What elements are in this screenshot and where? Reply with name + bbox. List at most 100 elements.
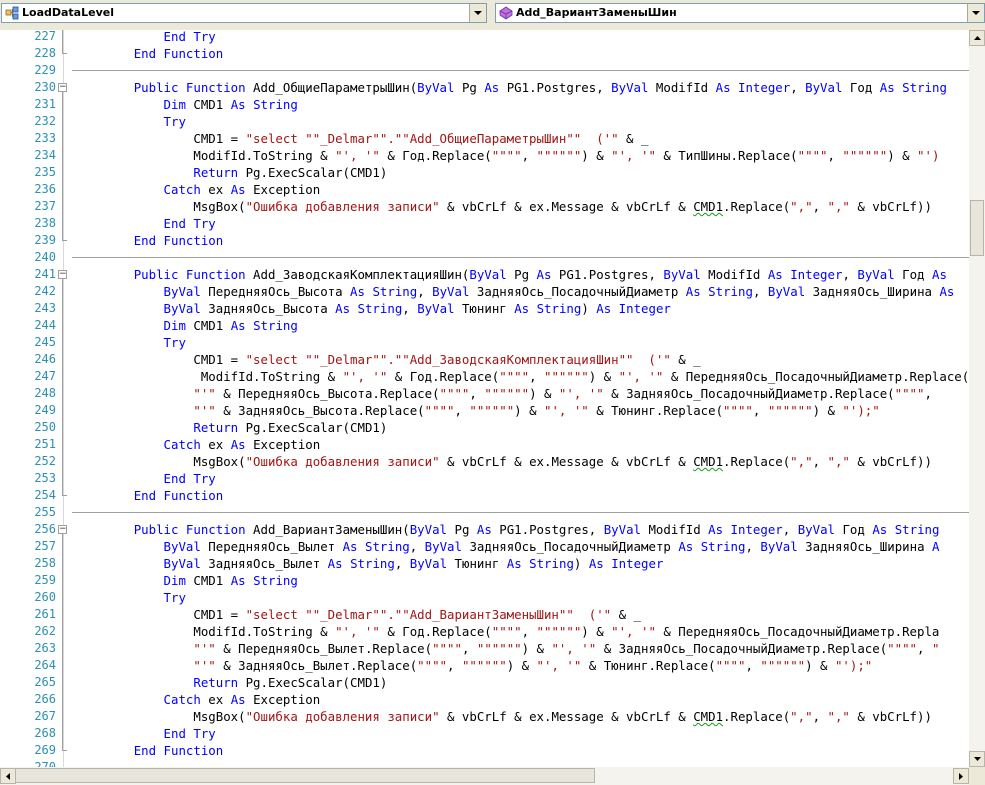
code-line[interactable]: 252 MsgBox("Ошибка добавления записи" & … <box>0 453 969 470</box>
code-line[interactable]: 261 CMD1 = "select ""_Delmar"".""Add_Вар… <box>0 606 969 623</box>
code-line[interactable]: 258 ByVal ЗадняяОсь_Вылет As String, ByV… <box>0 555 969 572</box>
code-token: & vbCrLf & ex.Message & vbCrLf & <box>439 709 694 724</box>
line-number: 234 <box>34 148 56 162</box>
code-line[interactable]: 235 Return Pg.ExecScalar(CMD1) <box>0 164 969 181</box>
code-token: ) <box>573 556 589 571</box>
keyword-token: ByVal <box>163 556 201 571</box>
scroll-down-button[interactable] <box>969 751 985 767</box>
collapse-toggle-icon[interactable]: − <box>58 525 67 534</box>
code-token: ЗадняяОсь_Ширина <box>797 539 932 554</box>
keyword-token: Catch <box>163 437 201 452</box>
code-token: , <box>469 386 485 401</box>
keyword-token: Integer <box>618 301 671 316</box>
code-text: MsgBox("Ошибка добавления записи" & vbCr… <box>74 708 932 725</box>
code-line[interactable]: 230 Public Function Add_ОбщиеПараметрыШи… <box>0 79 969 96</box>
code-line[interactable]: 270 <box>0 759 969 767</box>
keyword-token: As <box>230 573 246 588</box>
keyword-token: Public Function <box>133 80 246 95</box>
scroll-left-button[interactable] <box>0 768 16 784</box>
code-line[interactable]: 238 End Try <box>0 215 969 232</box>
code-line[interactable]: 262 ModifId.ToString & "', '" & Год.Repl… <box>0 623 969 640</box>
scroll-right-button[interactable] <box>953 768 969 784</box>
code-line[interactable]: 253 End Try <box>0 470 969 487</box>
code-token: PG1.Postgres, <box>551 267 664 282</box>
string-token: """""" <box>484 386 530 401</box>
code-line[interactable]: 264 "'" & ЗадняяОсь_Вылет.Replace("""", … <box>0 657 969 674</box>
line-number: 259 <box>34 573 56 587</box>
code-line[interactable]: 244 Dim CMD1 As String <box>0 317 969 334</box>
chevron-down-icon[interactable] <box>967 4 984 22</box>
keyword-token: String <box>529 556 574 571</box>
code-line[interactable]: 247 ModifId.ToString & "', '" & Год.Repl… <box>0 368 969 385</box>
code-line[interactable]: 245 Try <box>0 334 969 351</box>
code-line[interactable]: 246 CMD1 = "select ""_Delmar"".""Add_Зав… <box>0 351 969 368</box>
code-token: Add_ЗаводскаяКомплектацияШин( <box>245 267 470 282</box>
code-line[interactable]: 259 Dim CMD1 As String <box>0 572 969 589</box>
code-line[interactable]: 234 ModifId.ToString & "', '" & Год.Repl… <box>0 147 969 164</box>
code-text: End Function <box>74 487 224 504</box>
code-token: Pg <box>447 522 477 537</box>
code-line[interactable]: 269 End Function <box>0 742 969 759</box>
code-token: & vbCrLf & ex.Message & vbCrLf & <box>439 199 694 214</box>
code-line[interactable]: 263 "'" & ПередняяОсь_Вылет.Replace(""""… <box>0 640 969 657</box>
outline-guide <box>62 279 63 495</box>
collapse-toggle-icon[interactable]: − <box>58 83 67 92</box>
code-line[interactable]: 265 Return Pg.ExecScalar(CMD1) <box>0 674 969 691</box>
code-line[interactable]: 242 ByVal ПередняяОсь_Высота As String, … <box>0 283 969 300</box>
vertical-scroll-thumb[interactable] <box>970 200 984 256</box>
code-line[interactable]: 256 Public Function Add_ВариантЗаменыШин… <box>0 521 969 538</box>
string-token: "', '" <box>335 624 380 639</box>
code-line[interactable]: 236 Catch ex As Exception <box>0 181 969 198</box>
keyword-token: String <box>372 284 418 299</box>
horizontal-scrollbar[interactable] <box>0 767 969 785</box>
code-line[interactable]: 267 MsgBox("Ошибка добавления записи" & … <box>0 708 969 725</box>
code-line[interactable]: 228 End Function <box>0 45 969 62</box>
collapse-toggle-icon[interactable]: − <box>58 270 67 279</box>
code-line[interactable]: 251 Catch ex As Exception <box>0 436 969 453</box>
code-line[interactable]: 232 Try <box>0 113 969 130</box>
keyword-token: Return <box>193 675 239 690</box>
code-line[interactable]: 266 Catch ex As Exception <box>0 691 969 708</box>
code-token: Год <box>842 80 880 95</box>
code-token: Add_ОбщиеПараметрыШин( <box>245 80 418 95</box>
method-dropdown[interactable]: Add_ВариантЗаменыШин <box>495 3 985 23</box>
code-line[interactable]: 254 End Function <box>0 487 969 504</box>
class-dropdown[interactable]: LoadDataLevel <box>1 3 487 23</box>
code-line[interactable]: 248 "'" & ПередняяОсь_Высота.Replace("""… <box>0 385 969 402</box>
string-token: "', '" <box>342 369 388 384</box>
code-editor[interactable]: 227 End Try 228 End Function 229 230 Public… <box>0 30 969 767</box>
code-text: ByVal ПередняяОсь_Высота As String, ByVa… <box>74 283 955 300</box>
code-token: & Год.Replace( <box>379 624 492 639</box>
code-token: & ТипШины.Replace( <box>655 148 798 163</box>
code-line[interactable]: 227 End Try <box>0 30 969 45</box>
string-token: """" <box>424 403 455 418</box>
code-line[interactable]: 268 End Try <box>0 725 969 742</box>
vertical-scrollbar[interactable] <box>969 30 985 767</box>
scrollbar-corner <box>969 767 985 785</box>
code-line[interactable]: 257 ByVal ПередняяОсь_Вылет As String, B… <box>0 538 969 555</box>
code-line[interactable]: 239 End Function <box>0 232 969 249</box>
code-line[interactable]: 243 ByVal ЗадняяОсь_Высота As String, By… <box>0 300 969 317</box>
chevron-down-icon[interactable] <box>469 4 486 22</box>
string-token: "," <box>827 709 850 724</box>
line-number: 238 <box>34 216 56 230</box>
code-line[interactable]: 250 Return Pg.ExecScalar(CMD1) <box>0 419 969 436</box>
code-text: Public Function Add_ВариантЗаменыШин(ByV… <box>74 521 940 538</box>
scroll-up-button[interactable] <box>969 30 985 46</box>
code-line[interactable]: 260 Try <box>0 589 969 606</box>
code-line[interactable]: 233 CMD1 = "select ""_Delmar"".""Add_Общ… <box>0 130 969 147</box>
code-line[interactable]: 237 MsgBox("Ошибка добавления записи" & … <box>0 198 969 215</box>
code-line[interactable]: 231 Dim CMD1 As String <box>0 96 969 113</box>
code-text: Catch ex As Exception <box>74 181 321 198</box>
string-token: "', '" <box>335 148 380 163</box>
code-line[interactable]: 241 Public Function Add_ЗаводскаяКомплек… <box>0 266 969 283</box>
horizontal-scroll-thumb[interactable] <box>15 768 595 783</box>
code-line[interactable]: 249 "'" & ЗадняяОсь_Высота.Replace("""",… <box>0 402 969 419</box>
keyword-token: As <box>685 284 701 299</box>
keyword-token: As <box>715 80 731 95</box>
keyword-token: As <box>588 556 604 571</box>
